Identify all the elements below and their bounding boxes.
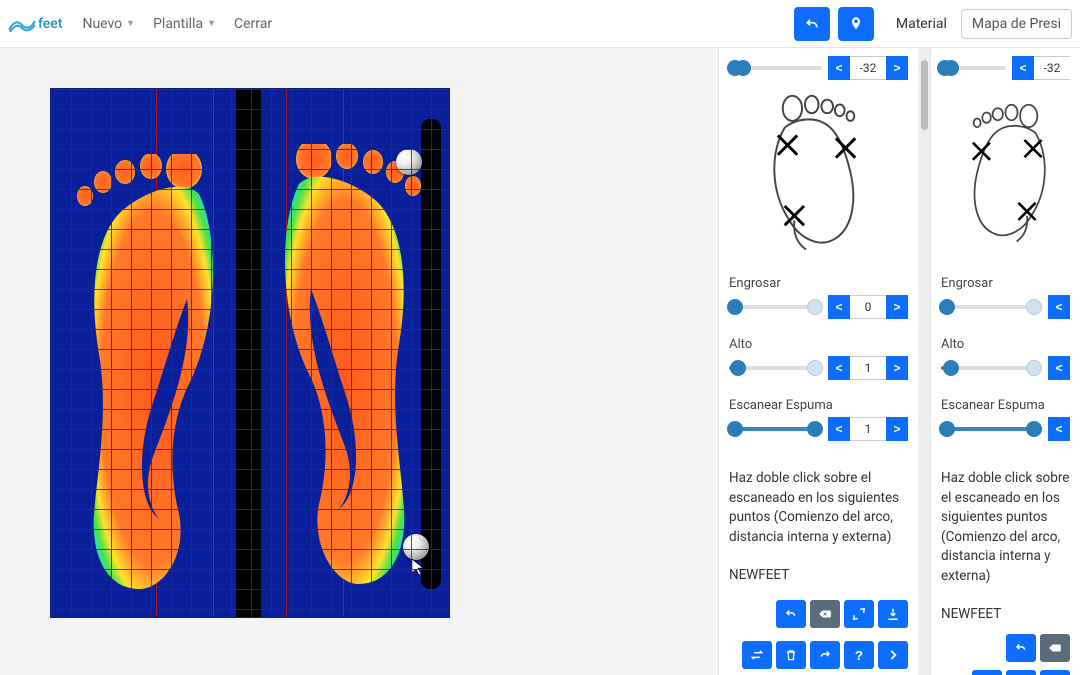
undo-button[interactable]	[776, 600, 806, 628]
next-button[interactable]	[878, 641, 908, 669]
left-foot-heatmap	[69, 154, 229, 594]
scan-foam-label: Escanear Espuma	[729, 398, 908, 413]
scan-foam-label: Escanear Espuma	[941, 398, 1070, 413]
menu-template[interactable]: Plantilla ▼	[153, 16, 216, 32]
divider-bar	[239, 129, 257, 579]
scan-foam-value: 1	[850, 417, 886, 441]
undo-icon	[804, 16, 820, 32]
erase-button[interactable]	[1040, 634, 1070, 662]
thicken-slider[interactable]	[941, 297, 1042, 317]
instruction-text: Haz doble click sobre el escaneado en lo…	[941, 469, 1070, 586]
wave-icon	[8, 15, 36, 33]
pin-icon	[848, 16, 864, 32]
thicken-label: Engrosar	[729, 276, 908, 291]
menu-new[interactable]: Nuevo ▼	[82, 16, 135, 32]
height-label: Alto	[729, 337, 908, 352]
erase-button[interactable]	[810, 600, 840, 628]
decrement-button[interactable]: <	[828, 417, 850, 441]
download-button[interactable]	[878, 600, 908, 628]
height-value: 1	[850, 356, 886, 380]
decrement-button[interactable]: <	[828, 56, 850, 80]
offset-stepper: < -32 >	[828, 56, 908, 80]
panel-scrollbar[interactable]	[918, 48, 930, 675]
increment-button[interactable]: >	[886, 356, 908, 380]
offset-slider[interactable]	[729, 58, 822, 78]
menu-close[interactable]: Cerrar	[234, 16, 272, 32]
undo-button[interactable]	[1006, 634, 1036, 662]
chevron-down-icon: ▼	[207, 18, 216, 29]
brand-text: NEWFEET	[941, 606, 1070, 622]
menu-template-label: Plantilla	[153, 16, 203, 32]
height-slider[interactable]	[941, 358, 1042, 378]
chevron-down-icon: ▼	[126, 18, 135, 29]
redo-button[interactable]	[1040, 670, 1070, 675]
expand-button[interactable]	[844, 600, 874, 628]
logo-text: feet	[38, 16, 62, 32]
brand-text: NEWFEET	[729, 567, 908, 583]
pressure-map-select[interactable]: Mapa de Presi	[961, 9, 1072, 39]
thicken-slider[interactable]	[729, 297, 822, 317]
main-area: < -32 >	[0, 48, 1080, 675]
app-logo: feet	[8, 15, 62, 33]
decrement-button[interactable]: <	[1048, 356, 1070, 380]
undo-button[interactable]	[794, 7, 830, 41]
delete-button[interactable]	[776, 641, 806, 669]
height-label: Alto	[941, 337, 1070, 352]
offset-value: -32	[850, 56, 886, 80]
increment-button[interactable]: >	[886, 417, 908, 441]
locate-button[interactable]	[838, 7, 874, 41]
decrement-button[interactable]: <	[828, 356, 850, 380]
thicken-value: 0	[850, 295, 886, 319]
menu-close-label: Cerrar	[234, 16, 272, 32]
foot-diagram	[941, 92, 1070, 262]
height-slider[interactable]	[729, 358, 822, 378]
foot-panel-right: < -32	[930, 48, 1080, 675]
topbar: feet Nuevo ▼ Plantilla ▼ Cerrar Material M…	[0, 0, 1080, 48]
cursor-icon	[410, 557, 426, 575]
foot-diagram	[729, 92, 908, 262]
offset-slider[interactable]	[941, 58, 1006, 78]
decrement-button[interactable]: <	[828, 295, 850, 319]
foot-panel-left: < -32 >	[718, 48, 918, 675]
scan-foam-slider[interactable]	[729, 419, 822, 439]
scan-foam-slider[interactable]	[941, 419, 1042, 439]
offset-control: < -32 >	[729, 56, 908, 80]
redo-button[interactable]	[810, 641, 840, 669]
decrement-button[interactable]: <	[1048, 417, 1070, 441]
right-foot-heatmap	[269, 144, 429, 594]
offset-value: -32	[1034, 56, 1070, 80]
decrement-button[interactable]: <	[1048, 295, 1070, 319]
scan-viewport	[0, 48, 718, 675]
thicken-label: Engrosar	[941, 276, 1070, 291]
increment-button[interactable]: >	[886, 295, 908, 319]
swap-button[interactable]	[972, 670, 1002, 675]
marker-ball[interactable]	[396, 149, 422, 175]
main-menu: Nuevo ▼ Plantilla ▼ Cerrar	[82, 16, 272, 32]
instruction-text: Haz doble click sobre el escaneado en lo…	[729, 469, 908, 547]
help-button[interactable]: ?	[844, 641, 874, 669]
menu-new-label: Nuevo	[82, 16, 122, 32]
material-label: Material	[896, 16, 947, 32]
delete-button[interactable]	[1006, 670, 1036, 675]
increment-button[interactable]: >	[886, 56, 908, 80]
swap-button[interactable]	[742, 641, 772, 669]
decrement-button[interactable]: <	[1012, 56, 1034, 80]
pressure-scan[interactable]	[50, 88, 450, 618]
pressure-map-value: Mapa de Presi	[972, 16, 1061, 32]
